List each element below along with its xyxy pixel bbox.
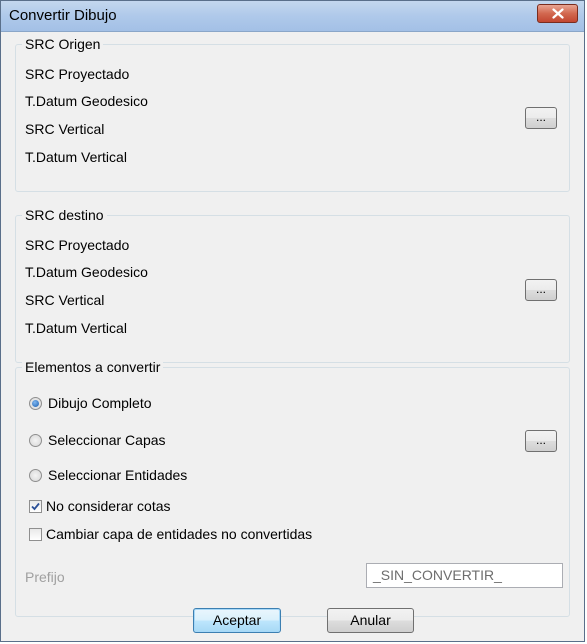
src-destino-proyectado-label: SRC Proyectado: [25, 237, 130, 253]
elementos-group: Elementos a convertir Dibujo Completo Se…: [15, 358, 570, 617]
src-origen-datum-vertical-label: T.Datum Vertical: [25, 149, 127, 165]
close-icon: [552, 8, 564, 19]
cambiar-capa-checkbox[interactable]: [29, 528, 42, 541]
src-origen-browse-button[interactable]: ...: [525, 107, 557, 129]
src-destino-title: SRC destino: [22, 206, 107, 224]
checkmark-icon: [31, 502, 40, 511]
dibujo-completo-radio[interactable]: [29, 397, 42, 410]
seleccionar-capas-button[interactable]: ...: [525, 430, 557, 452]
seleccionar-entidades-radio[interactable]: [29, 469, 42, 482]
prefijo-label: Prefijo: [25, 569, 65, 585]
src-destino-datum-vertical-label: T.Datum Vertical: [25, 320, 127, 336]
anular-button[interactable]: Anular: [327, 608, 414, 633]
src-origen-title: SRC Origen: [22, 35, 104, 53]
src-origen-vertical-label: SRC Vertical: [25, 121, 105, 137]
src-origen-proyectado-label: SRC Proyectado: [25, 66, 130, 82]
cambiar-capa-label[interactable]: Cambiar capa de entidades no convertidas: [46, 525, 312, 543]
seleccionar-capas-radio[interactable]: [29, 434, 42, 447]
dibujo-completo-label[interactable]: Dibujo Completo: [48, 394, 152, 412]
convertir-dibujo-dialog: Convertir Dibujo SRC Origen SRC Proyecta…: [0, 0, 585, 642]
window-title: Convertir Dibujo: [9, 7, 117, 24]
src-destino-datum-geodesico-label: T.Datum Geodesico: [25, 264, 148, 280]
elementos-title: Elementos a convertir: [22, 358, 164, 376]
src-origen-group: SRC Origen SRC Proyectado T.Datum Geodes…: [15, 35, 570, 192]
prefijo-input[interactable]: _SIN_CONVERTIR_: [366, 563, 563, 588]
aceptar-button[interactable]: Aceptar: [193, 608, 281, 633]
src-origen-datum-geodesico-label: T.Datum Geodesico: [25, 93, 148, 109]
close-button[interactable]: [537, 4, 578, 23]
seleccionar-entidades-label[interactable]: Seleccionar Entidades: [48, 466, 187, 484]
seleccionar-capas-label[interactable]: Seleccionar Capas: [48, 431, 166, 449]
src-destino-browse-button[interactable]: ...: [525, 279, 557, 301]
no-considerar-cotas-checkbox[interactable]: [29, 500, 42, 513]
no-considerar-cotas-label[interactable]: No considerar cotas: [46, 497, 171, 515]
title-bar: Convertir Dibujo: [1, 1, 584, 32]
src-destino-vertical-label: SRC Vertical: [25, 292, 105, 308]
dialog-body: SRC Origen SRC Proyectado T.Datum Geodes…: [7, 32, 580, 637]
src-destino-group: SRC destino SRC Proyectado T.Datum Geode…: [15, 206, 570, 363]
